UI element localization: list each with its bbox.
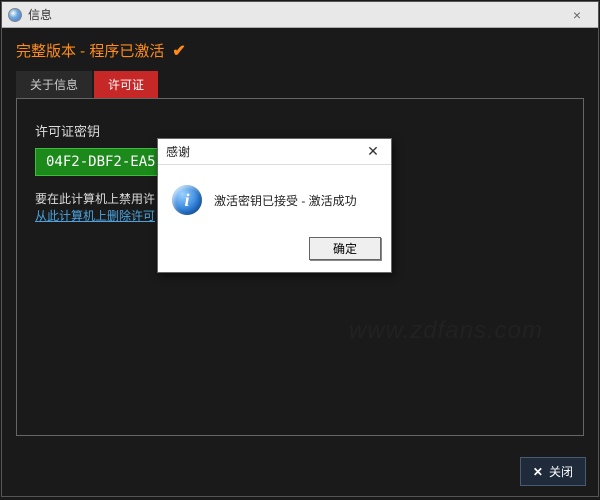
dialog-titlebar: 感谢 ✕ (158, 139, 391, 165)
info-circle-icon: i (172, 185, 202, 215)
close-button[interactable]: ✕ 关闭 (520, 457, 586, 486)
thanks-dialog: 感谢 ✕ i 激活密钥已接受 - 激活成功 确定 (157, 138, 392, 273)
watermark-text: www.zdfans.com (349, 317, 543, 345)
activation-status-text: 完整版本 - 程序已激活 (16, 40, 164, 61)
dialog-close-button[interactable]: ✕ (363, 143, 383, 160)
window-title: 信息 (28, 6, 562, 23)
dialog-body: i 激活密钥已接受 - 激活成功 (158, 165, 391, 231)
window-close-button[interactable]: × (562, 7, 592, 23)
tab-license[interactable]: 许可证 (94, 71, 158, 98)
close-button-label: 关闭 (549, 463, 573, 480)
close-icon: ✕ (533, 465, 543, 479)
dialog-footer: 确定 (158, 231, 391, 272)
check-icon: ✔ (172, 41, 185, 61)
footer: ✕ 关闭 (520, 457, 586, 486)
titlebar: 信息 × (2, 2, 598, 28)
dialog-title: 感谢 (166, 143, 363, 160)
dialog-message: 激活密钥已接受 - 激活成功 (214, 192, 357, 209)
ok-button[interactable]: 确定 (309, 237, 381, 260)
tab-bar: 关于信息 许可证 (2, 71, 598, 98)
tab-about[interactable]: 关于信息 (16, 71, 92, 98)
info-icon (8, 8, 22, 22)
license-key-value: 04F2-DBF2-EA5 (35, 148, 167, 176)
activation-header: 完整版本 - 程序已激活 ✔ (2, 28, 598, 71)
